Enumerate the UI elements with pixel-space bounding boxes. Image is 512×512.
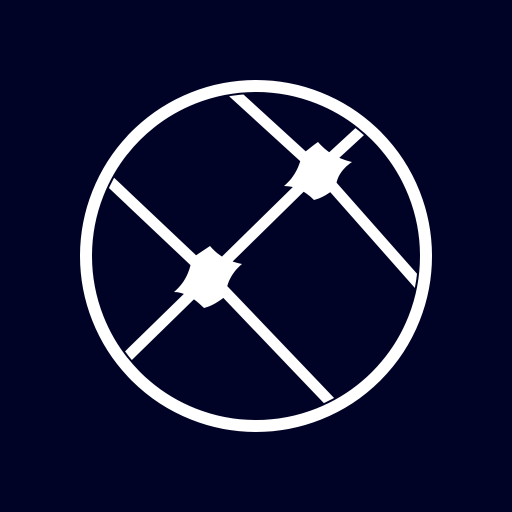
globe-grid-logo-icon	[0, 0, 512, 512]
app-icon-canvas	[0, 0, 512, 512]
icon-background	[0, 0, 512, 512]
